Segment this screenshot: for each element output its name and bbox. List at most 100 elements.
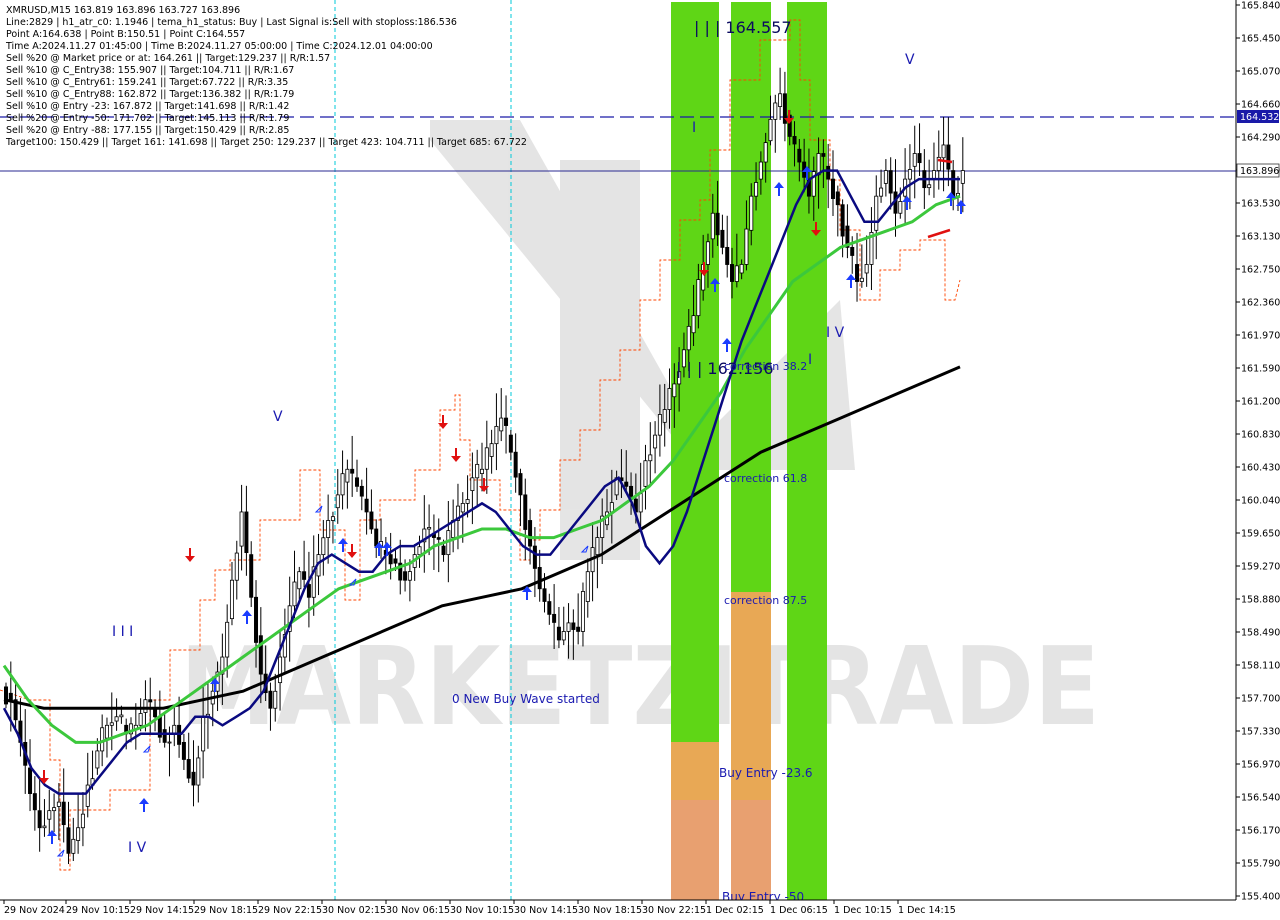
candle-body	[542, 588, 547, 602]
candle-body	[364, 498, 369, 513]
candle-body	[196, 757, 201, 786]
candle-body	[114, 716, 119, 722]
candle-body	[56, 801, 61, 807]
candle-body	[239, 511, 244, 547]
candle-body	[465, 499, 470, 504]
candle-body	[513, 451, 518, 478]
candle-body	[662, 409, 667, 423]
candle-body	[624, 481, 629, 487]
candle-body	[335, 494, 340, 509]
candle-body	[273, 690, 278, 709]
candle-body	[576, 626, 581, 632]
candle-body	[523, 494, 528, 530]
candle-body	[826, 165, 831, 180]
candle-body	[369, 511, 374, 530]
price-tick-label: 158.110	[1241, 661, 1280, 672]
label-correction-38: correction 38.2	[724, 360, 807, 373]
label-new-wave: 0 New Buy Wave started	[452, 692, 600, 706]
candle-body	[249, 554, 254, 598]
candle-body	[643, 460, 648, 487]
candle-body	[797, 148, 802, 163]
candle-body	[354, 477, 359, 487]
price-tick-label: 163.130	[1241, 232, 1280, 243]
orange-band-1a	[671, 742, 719, 800]
candle-body	[792, 136, 797, 145]
candle-body	[143, 699, 148, 713]
candle-body	[907, 169, 912, 180]
time-tick-label: 1 Dec 10:15	[834, 905, 892, 916]
candle-body	[407, 571, 412, 581]
time-tick-label: 29 Nov 2024	[4, 905, 65, 916]
candle-body	[340, 473, 345, 496]
candle-body	[874, 195, 879, 231]
candle-body	[374, 528, 379, 547]
label-point-c: | | | 164.557	[694, 18, 792, 37]
candle-body	[927, 184, 932, 189]
candle-body	[460, 503, 465, 513]
candle-body	[508, 434, 513, 453]
candle-body	[100, 727, 105, 752]
candle-body	[258, 635, 263, 675]
candle-body	[595, 537, 600, 556]
candle-body	[104, 724, 109, 739]
wave-label-iii: I I I	[112, 624, 133, 640]
price-tick-label: 160.430	[1241, 463, 1280, 474]
candle-body	[739, 264, 744, 274]
candle-body	[484, 447, 489, 470]
candle-body	[879, 187, 884, 197]
candle-body	[552, 613, 557, 623]
price-tick-label: 165.070	[1241, 67, 1280, 78]
candle-body	[667, 388, 672, 410]
candle-body	[653, 434, 658, 449]
candle-body	[61, 801, 66, 826]
wave-label-iv-left: I V	[128, 840, 147, 856]
time-tick-label: 30 Nov 10:15	[450, 905, 514, 916]
candle-body	[393, 558, 398, 564]
candle-body	[749, 195, 754, 231]
time-tick-label: 29 Nov 18:15	[194, 905, 258, 916]
candle-body	[657, 414, 662, 436]
candle-body	[648, 454, 653, 462]
header-line: Sell %20 @ Entry -50: 171.702 || Target:…	[6, 113, 289, 124]
price-tick-label: 159.650	[1241, 529, 1280, 540]
price-tick-label: 157.330	[1241, 727, 1280, 738]
candle-body	[489, 443, 494, 457]
candle-body	[898, 201, 903, 214]
price-tick-label: 156.540	[1241, 793, 1280, 804]
candle-body	[917, 153, 922, 164]
price-tick-label: 163.530	[1241, 199, 1280, 210]
candle-body	[547, 601, 552, 615]
candle-body	[292, 581, 297, 607]
wave-label-i-right: I	[808, 352, 812, 368]
candle-body	[561, 631, 566, 641]
time-tick-label: 29 Nov 10:15	[66, 905, 130, 916]
candle-body	[850, 246, 855, 256]
candle-body	[840, 204, 845, 237]
price-tick-label: 161.200	[1241, 397, 1280, 408]
candle-body	[758, 161, 763, 180]
candle-body	[66, 827, 71, 854]
candle-body	[734, 265, 739, 282]
candle-body	[888, 170, 893, 194]
label-correction-87: correction 87.5	[724, 594, 807, 607]
time-tick-label: 1 Dec 14:15	[898, 905, 956, 916]
candle-body	[691, 315, 696, 334]
price-tick-label: 156.170	[1241, 826, 1280, 837]
candle-body	[720, 229, 725, 248]
candle-body	[773, 102, 778, 120]
candle-body	[138, 713, 143, 726]
time-tick-label: 29 Nov 14:15	[130, 905, 194, 916]
candle-body	[268, 690, 273, 709]
candle-body	[537, 567, 542, 590]
time-tick-label: 30 Nov 14:15	[514, 905, 578, 916]
time-tick-label: 30 Nov 18:15	[578, 905, 642, 916]
candle-body	[883, 170, 888, 184]
time-tick-label: 1 Dec 02:15	[706, 905, 764, 916]
candle-body	[80, 813, 85, 829]
candle-body	[768, 118, 773, 142]
price-tick-label: 161.970	[1241, 331, 1280, 342]
time-tick-label: 30 Nov 02:15	[322, 905, 386, 916]
candle-body	[229, 579, 234, 620]
candle-body	[345, 468, 350, 483]
price-tick-label: 159.270	[1241, 562, 1280, 573]
